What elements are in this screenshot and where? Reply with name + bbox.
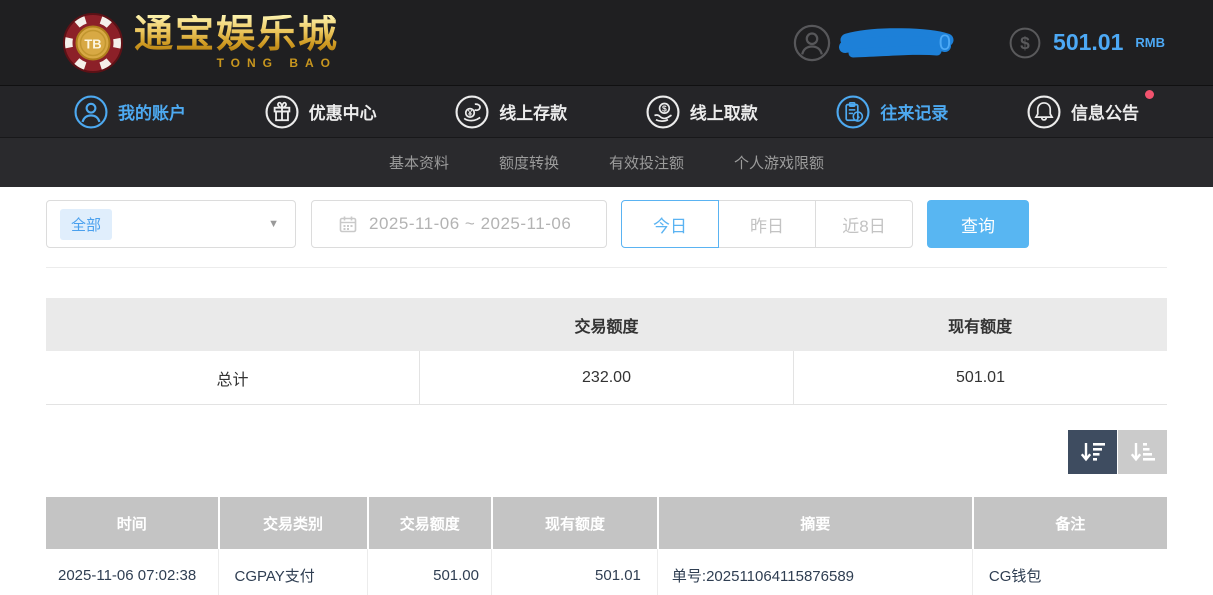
range-button-yesterday[interactable]: 昨日 — [718, 200, 816, 248]
records-header-transaction-amount: 交易额度 — [367, 497, 491, 549]
nav-label: 线上存款 — [499, 99, 567, 124]
summary-total-row: 总计 232.00 501.01 — [46, 351, 1167, 405]
sort-ascending-button[interactable] — [1118, 430, 1167, 474]
summary-header-current-balance: 现有额度 — [793, 298, 1167, 351]
filter-divider — [46, 267, 1167, 268]
summary-total-transaction-amount: 232.00 — [419, 351, 793, 404]
wallet-balance[interactable]: $ 501.01 RMB — [1009, 27, 1165, 59]
account-username[interactable]: 0 — [793, 24, 951, 62]
deposit-icon: ¥ — [455, 95, 489, 129]
nav-item-deposit[interactable]: ¥ 线上存款 — [455, 95, 567, 129]
nav-item-my-account[interactable]: 我的账户 — [74, 95, 186, 129]
records-header-summary: 摘要 — [657, 497, 972, 549]
record-current-balance: 501.01 — [491, 549, 657, 595]
nav-label: 信息公告 — [1071, 99, 1139, 124]
user-icon — [74, 95, 108, 129]
subnav-item-credit-transfer[interactable]: 额度转换 — [499, 152, 559, 173]
transaction-type-select[interactable]: 全部 ▼ — [46, 200, 296, 248]
nav-label: 往来记录 — [880, 99, 948, 124]
calendar-icon — [338, 214, 358, 234]
brand-name: 通宝娱乐城 — [134, 15, 339, 56]
sort-descending-icon — [1079, 440, 1107, 464]
filter-bar: 全部 ▼ 2025-11-06 ~ 2025-11-06 今日 昨日 近8日 查… — [46, 200, 1167, 248]
sort-descending-button[interactable] — [1068, 430, 1117, 474]
subnav-item-valid-bets[interactable]: 有效投注额 — [609, 152, 684, 173]
username-visible-suffix: 0 — [939, 30, 951, 56]
records-table: 时间 交易类别 交易额度 现有额度 摘要 备注 2025-11-06 07:02… — [46, 497, 1167, 595]
brand-logo[interactable]: TB 通宝娱乐城 TONG BAO — [62, 12, 339, 74]
record-summary: 单号:202511064115876589 — [657, 549, 972, 595]
svg-text:TB: TB — [84, 36, 101, 51]
main-nav: 我的账户 优惠中心 ¥ 线上存款 $ 线上取款 — [0, 85, 1213, 137]
main-content: 全部 ▼ 2025-11-06 ~ 2025-11-06 今日 昨日 近8日 查… — [0, 187, 1213, 595]
nav-item-promotions[interactable]: 优惠中心 — [265, 95, 377, 129]
bell-icon — [1027, 95, 1061, 129]
user-avatar-icon — [793, 24, 831, 62]
casino-chip-icon: TB — [62, 12, 124, 74]
records-header-note: 备注 — [972, 497, 1167, 549]
quick-range-group: 今日 昨日 近8日 — [621, 200, 913, 248]
svg-text:$: $ — [662, 103, 667, 113]
summary-table: 交易额度 现有额度 总计 232.00 501.01 — [46, 298, 1167, 405]
record-note: CG钱包 — [972, 549, 1167, 595]
summary-header-empty — [46, 298, 420, 351]
nav-item-announcements[interactable]: 信息公告 — [1027, 95, 1139, 129]
nav-label: 线上取款 — [690, 99, 758, 124]
selected-type-tag: 全部 — [60, 209, 112, 240]
summary-total-label: 总计 — [46, 351, 419, 404]
record-time: 2025-11-06 07:02:38 — [46, 549, 218, 595]
notification-dot — [1145, 90, 1154, 99]
sort-controls — [46, 430, 1167, 474]
username-redaction-scribble — [837, 25, 955, 61]
records-header-time: 时间 — [46, 497, 218, 549]
records-header-row: 时间 交易类别 交易额度 现有额度 摘要 备注 — [46, 497, 1167, 549]
records-icon — [836, 95, 870, 129]
summary-header-transaction-amount: 交易额度 — [420, 298, 794, 351]
search-button[interactable]: 查询 — [927, 200, 1029, 248]
nav-label: 优惠中心 — [309, 99, 377, 124]
table-row: 2025-11-06 07:02:38 CGPAY支付 501.00 501.0… — [46, 549, 1167, 595]
balance-amount: 501.01 — [1053, 29, 1123, 56]
chevron-down-icon: ▼ — [268, 218, 279, 230]
record-transaction-amount: 501.00 — [367, 549, 491, 595]
top-header: TB 通宝娱乐城 TONG BAO 0 $ 501 — [0, 0, 1213, 85]
range-button-today[interactable]: 今日 — [621, 200, 719, 248]
sort-ascending-icon — [1129, 440, 1157, 464]
dollar-coin-icon: $ — [1009, 27, 1041, 59]
record-type: CGPAY支付 — [218, 549, 367, 595]
date-range-input[interactable]: 2025-11-06 ~ 2025-11-06 — [311, 200, 607, 248]
range-button-last-8-days[interactable]: 近8日 — [815, 200, 913, 248]
summary-total-current-balance: 501.01 — [793, 351, 1167, 404]
brand-name-latin: TONG BAO — [217, 56, 337, 70]
subnav-item-personal-game-limit[interactable]: 个人游戏限额 — [734, 152, 824, 173]
subnav-item-basic-info[interactable]: 基本资料 — [389, 152, 449, 173]
nav-label: 我的账户 — [118, 99, 186, 124]
nav-item-withdraw[interactable]: $ 线上取款 — [646, 95, 758, 129]
svg-text:¥: ¥ — [468, 108, 473, 117]
svg-text:$: $ — [1020, 33, 1030, 53]
summary-header-row: 交易额度 现有额度 — [46, 298, 1167, 351]
balance-currency: RMB — [1135, 35, 1165, 50]
records-header-type: 交易类别 — [218, 497, 367, 549]
date-range-value: 2025-11-06 ~ 2025-11-06 — [369, 214, 571, 234]
records-header-current-balance: 现有额度 — [491, 497, 657, 549]
withdraw-icon: $ — [646, 95, 680, 129]
gift-icon — [265, 95, 299, 129]
account-subnav: 基本资料 额度转换 有效投注额 个人游戏限额 — [0, 137, 1213, 187]
nav-item-transaction-records[interactable]: 往来记录 — [836, 95, 948, 129]
